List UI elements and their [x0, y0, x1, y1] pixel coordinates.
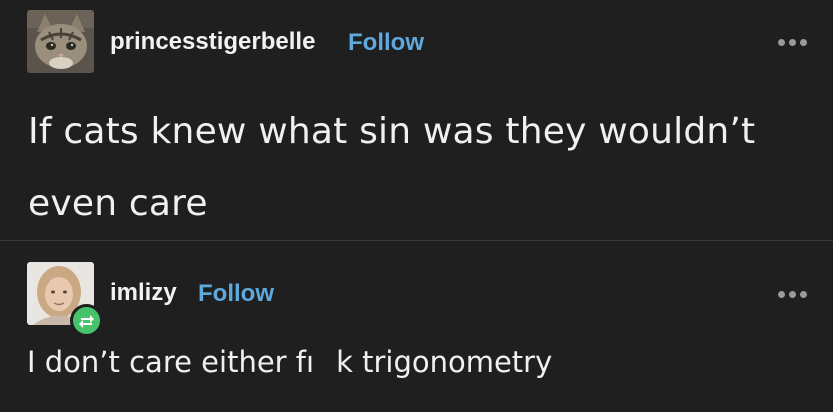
follow-button[interactable]: Follow: [198, 280, 274, 308]
reblog-icon: [70, 304, 103, 337]
follow-button[interactable]: Follow: [348, 29, 424, 57]
cat-avatar-icon[interactable]: [27, 10, 94, 73]
more-options-icon[interactable]: [778, 285, 818, 299]
post-imlizy: [0, 241, 833, 412]
username-label[interactable]: princesstigerbelle: [110, 28, 315, 56]
post-body-text: I don’t care either fı k trigonometry: [27, 345, 552, 379]
post-body-text-part-1: I don’t care either fı: [27, 345, 315, 379]
more-options-icon[interactable]: [778, 33, 818, 47]
post-body-text: If cats knew what sin was they wouldn’t …: [28, 111, 756, 224]
post-princesstigerbelle: princesstigerbelle Follow If cats knew w…: [0, 0, 833, 240]
username-label[interactable]: imlizy: [110, 279, 177, 307]
post-body-text-part-2: k trigonometry: [336, 345, 553, 379]
